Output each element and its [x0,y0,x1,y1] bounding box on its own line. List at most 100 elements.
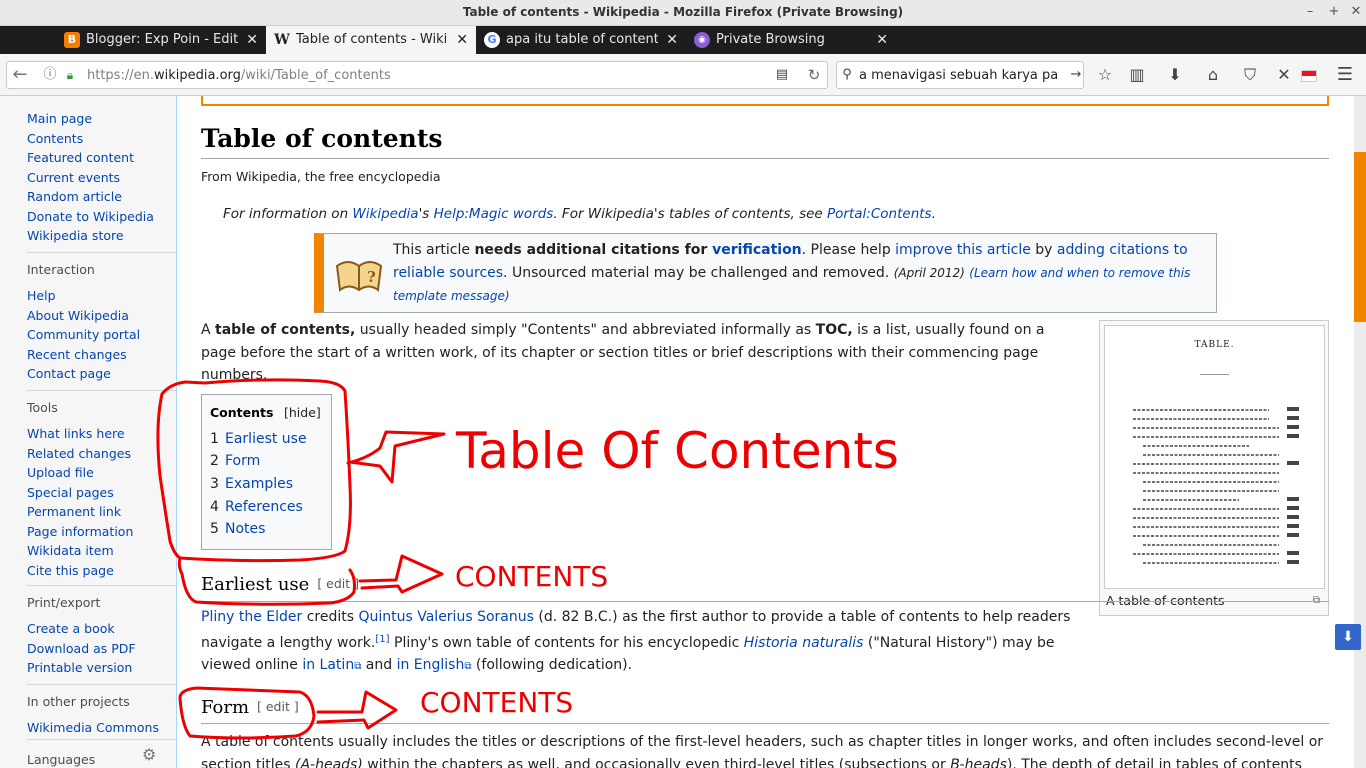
tab-private-browsing[interactable]: ◉ Private Browsing ✕ [686,26,896,54]
sidebar-item-main-6[interactable]: Wikipedia store [27,226,154,246]
extension-x-icon[interactable]: ✕ [1271,54,1297,96]
title-divider [201,158,1329,159]
reload-icon[interactable]: ↻ [801,54,827,96]
scrollbar-thumb[interactable] [1354,152,1366,322]
sidebar-item-interaction-1[interactable]: About Wikipedia [27,306,140,326]
image-text-lines [1133,407,1299,564]
link-wikipedia[interactable]: Wikipedia [352,206,418,222]
link-quintus-valerius-soranus[interactable]: Quintus Valerius Soranus [358,609,533,625]
window-title: Table of contents - Wikipedia - Mozilla … [462,5,904,19]
article-body: Table of contents From Wikipedia, the fr… [176,96,1354,768]
link-magic-words[interactable]: Help:Magic words [434,206,554,222]
sidebar-divider [27,684,177,685]
sidebar-item-tools-0[interactable]: What links here [27,424,133,444]
sidebar-item-interaction-3[interactable]: Recent changes [27,345,140,365]
book-question-icon: ? [335,261,383,292]
toc-box: Contents [hide] 1 Earliest use 2 Form 3 Exa… [201,394,332,550]
link-in-latin[interactable]: in Latin [302,657,354,673]
sidebar-item-main-0[interactable]: Main page [27,109,154,129]
sidebar-item-print-0[interactable]: Create a book [27,619,136,639]
edit-section-link[interactable]: [ edit ] [257,699,299,714]
language-settings-gear-icon[interactable]: ⚙ [142,745,156,764]
url-bar[interactable]: ← ⓘ 🔒︎ https://en.wikipedia.org/wiki/Tab… [6,61,828,89]
table-of-contents-image[interactable]: TABLE. [1104,325,1325,589]
sidebar-item-print-1[interactable]: Download as PDF [27,639,136,659]
sidebar-heading: In other projects [27,694,130,709]
image-title: TABLE. [1194,340,1235,350]
sidebar-item-tools-7[interactable]: Cite this page [27,561,133,581]
sidebar-item-interaction-0[interactable]: Help [27,286,140,306]
sidebar-item-tools-3[interactable]: Special pages [27,483,133,503]
sidebar-item-main-3[interactable]: Current events [27,168,154,188]
url-text[interactable]: https://en.wikipedia.org/wiki/Table_of_c… [87,68,391,83]
tab-bar: B Blogger: Exp Poin - Edit ... ✕ W Table… [0,26,1366,78]
back-arrow-icon[interactable]: ← [7,54,33,96]
link-improve-article[interactable]: improve this article [895,242,1031,258]
edit-section-link[interactable]: [ edit ] [317,576,359,591]
sidebar-item-tools-6[interactable]: Wikidata item [27,541,133,561]
sidebar-divider [27,252,177,253]
link-historia-naturalis[interactable]: Historia naturalis [744,635,864,651]
bookmark-star-icon[interactable]: ☆ [1092,54,1118,96]
sidebar-item-tools-2[interactable]: Upload file [27,463,133,483]
toc-hide-toggle[interactable]: [hide] [284,405,321,420]
page-title: Table of contents [201,124,443,153]
toc-item-form[interactable]: 2 Form [210,453,260,469]
search-input[interactable] [859,66,1059,84]
wikipedia-icon: W [274,32,290,48]
page-content: Main page Contents Featured content Current… [0,96,1354,768]
sidebar-item-interaction-2[interactable]: Community portal [27,325,140,345]
sidebar-item-main-4[interactable]: Random article [27,187,154,207]
reference-link[interactable]: [1] [375,634,389,645]
sidebar-heading: Interaction [27,262,95,277]
tab-blogger[interactable]: B Blogger: Exp Poin - Edit ... ✕ [56,26,266,54]
blogger-icon: B [64,32,80,48]
sidebar-item-tools-4[interactable]: Permanent link [27,502,133,522]
close-tab-icon[interactable]: ✕ [666,26,678,54]
library-icon[interactable]: ▥ [1124,54,1150,96]
close-window-icon[interactable]: ✕ [1348,4,1364,19]
link-verification[interactable]: verification [712,242,802,258]
tab-google[interactable]: G apa itu table of content... ✕ [476,26,686,54]
minimize-icon[interactable]: – [1302,4,1318,19]
hatnote: For information on Wikipedia's Help:Magi… [223,206,936,222]
maximize-icon[interactable]: + [1326,4,1342,19]
close-tab-icon[interactable]: ✕ [876,26,888,54]
tab-wikipedia[interactable]: W Table of contents - Wiki... ✕ [266,26,476,54]
lock-icon: 🔒︎ [66,68,74,82]
toc-item-notes[interactable]: 5 Notes [210,521,265,537]
search-bar[interactable]: ⚲ → [836,61,1084,89]
menu-hamburger-icon[interactable]: ☰ [1332,54,1358,96]
home-icon[interactable]: ⌂ [1200,54,1226,96]
toc-item-earliest-use[interactable]: 1 Earliest use [210,431,307,447]
sidebar-item-tools-1[interactable]: Related changes [27,444,133,464]
sidebar-divider [27,390,177,391]
link-portal-contents[interactable]: Portal:Contents [827,206,932,222]
sidebar-item-main-1[interactable]: Contents [27,129,154,149]
pocket-icon[interactable]: ⛉ [1237,54,1263,96]
sidebar-item-main-5[interactable]: Donate to Wikipedia [27,207,154,227]
toc-item-references[interactable]: 4 References [210,499,303,515]
sidebar-heading: Languages [27,752,96,767]
sidebar-item-projects-0[interactable]: Wikimedia Commons [27,718,159,738]
toc-item-examples[interactable]: 3 Examples [210,476,293,492]
reader-view-icon[interactable]: ▤ [769,54,795,96]
sidebar-heading: Tools [27,400,58,415]
section-heading-form: Form[ edit ] [201,697,299,718]
close-tab-icon[interactable]: ✕ [456,26,468,54]
sidebar-item-interaction-4[interactable]: Contact page [27,364,140,384]
sidebar-item-main-2[interactable]: Featured content [27,148,154,168]
section-divider [201,601,1329,602]
flag-extension-icon[interactable] [1296,54,1322,96]
link-pliny-the-elder[interactable]: Pliny the Elder [201,609,302,625]
search-go-arrow-icon[interactable]: → [1063,54,1089,96]
downloads-icon[interactable]: ⬇ [1162,54,1188,96]
wiki-sidebar: Main page Contents Featured content Current… [0,96,177,768]
intro-paragraph: A table of contents, usually headed simp… [201,322,1045,383]
sidebar-item-tools-5[interactable]: Page information [27,522,133,542]
close-tab-icon[interactable]: ✕ [246,26,258,54]
sidebar-divider [27,585,177,586]
scroll-down-arrow-icon[interactable]: ⬇ [1335,624,1361,650]
sidebar-item-print-2[interactable]: Printable version [27,658,136,678]
link-in-english[interactable]: in English [397,657,465,673]
